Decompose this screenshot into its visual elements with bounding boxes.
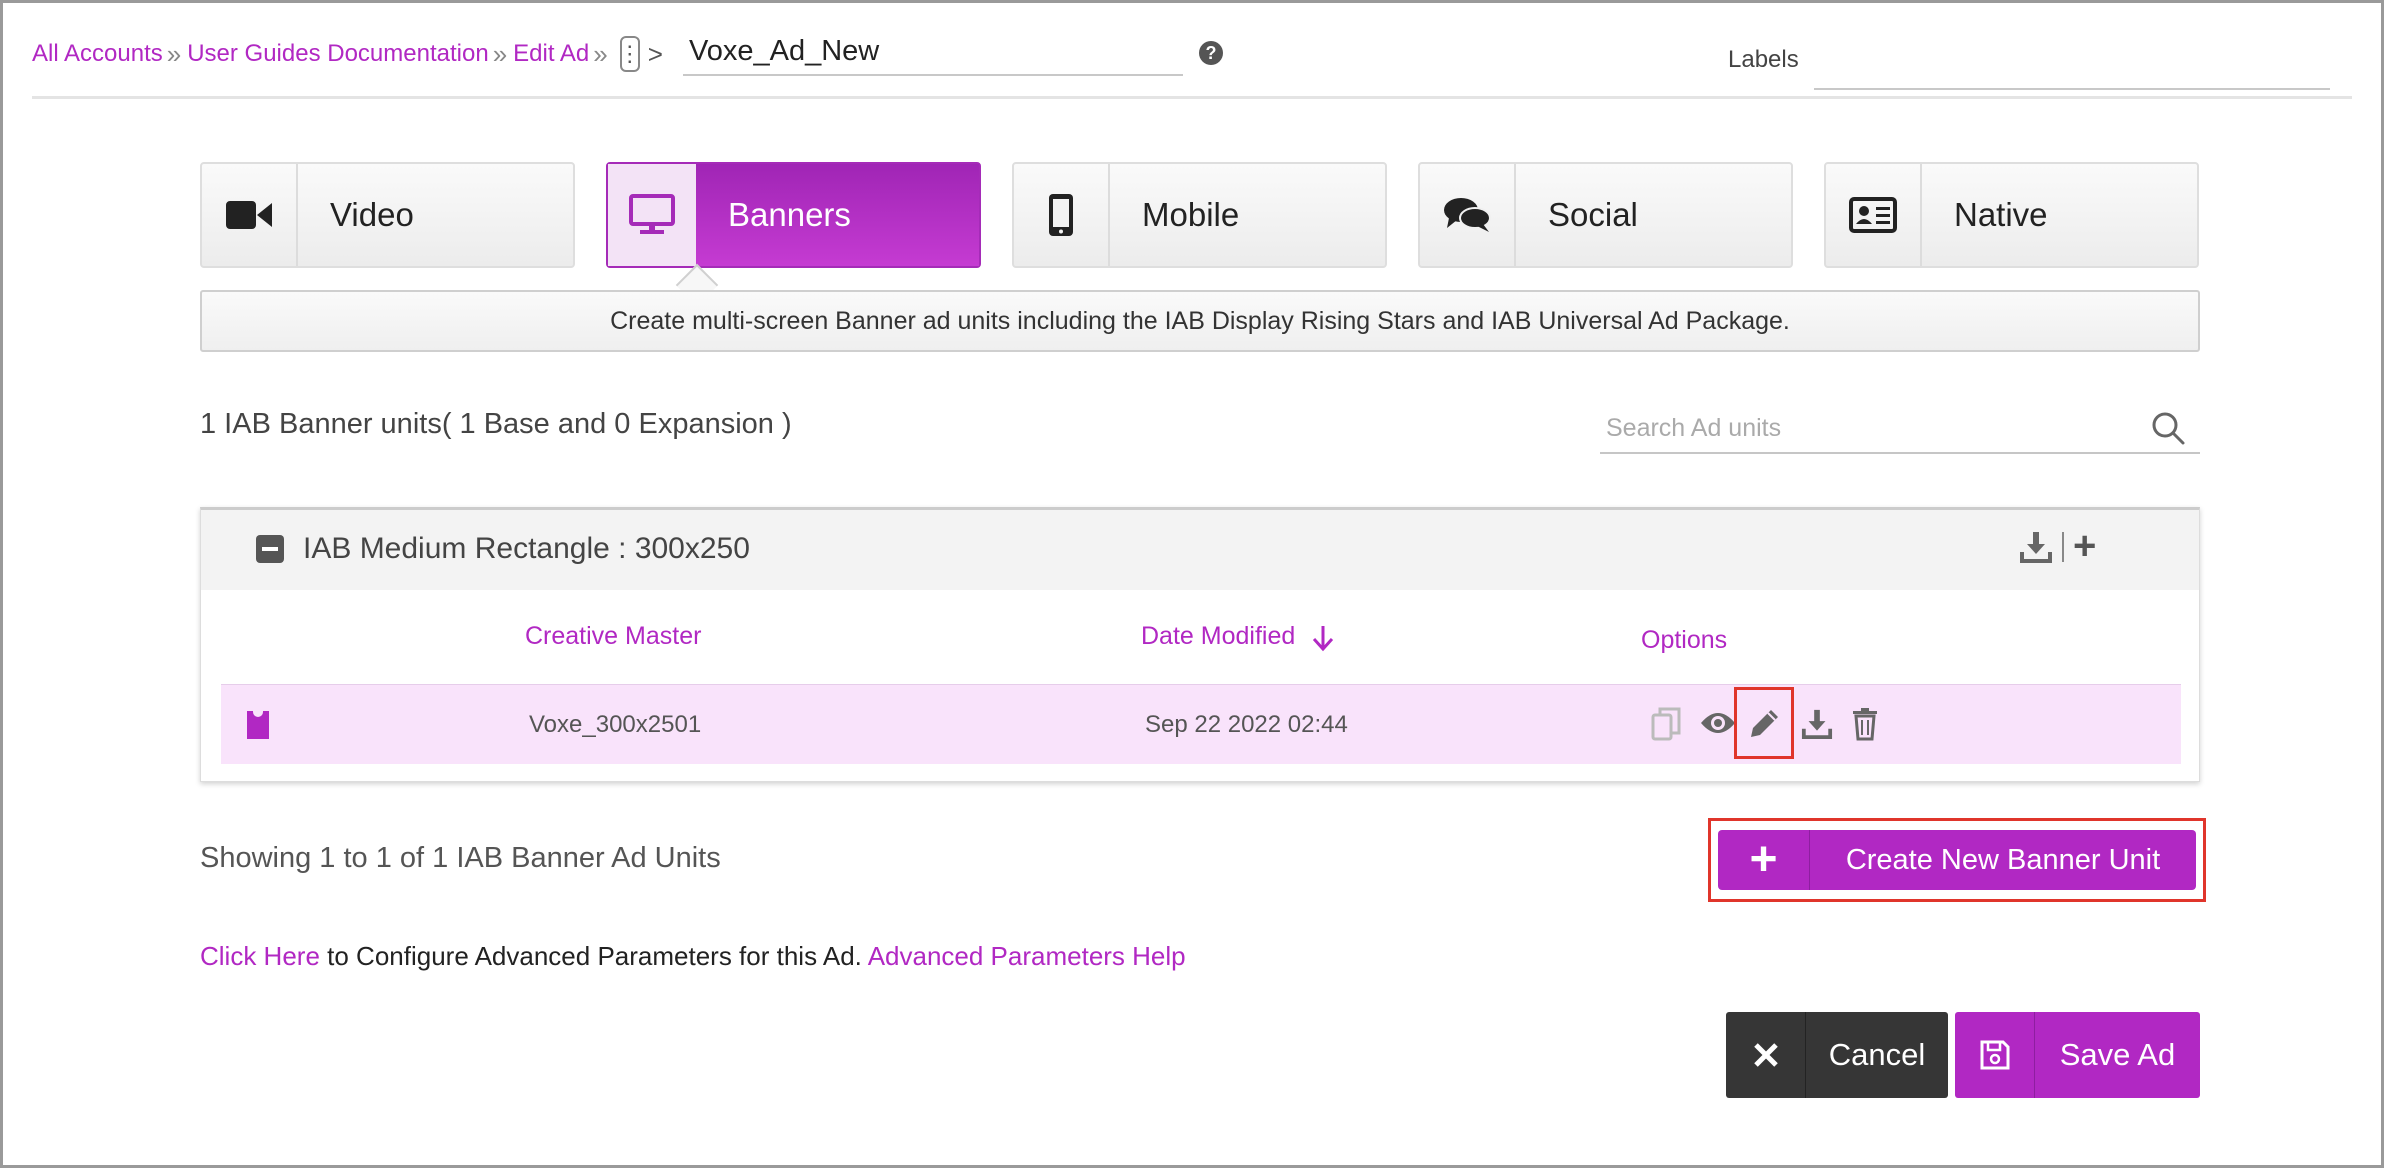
breadcrumb-separator: » — [593, 38, 608, 69]
download-all-icon[interactable] — [2019, 530, 2053, 569]
advanced-parameters-help-link[interactable]: Advanced Parameters Help — [868, 941, 1186, 971]
date-modified: Sep 22 2022 02:44 — [1145, 711, 1348, 738]
tab-mobile[interactable]: Mobile — [1012, 162, 1387, 268]
id-card-icon — [1826, 164, 1922, 266]
tab-native[interactable]: Native — [1824, 162, 2199, 268]
panel-title: IAB Medium Rectangle : 300x250 — [303, 532, 750, 565]
units-summary: 1 IAB Banner units( 1 Base and 0 Expansi… — [200, 408, 792, 440]
cancel-button-label: Cancel — [1828, 1037, 1926, 1072]
video-camera-icon — [202, 164, 298, 266]
breadcrumb-separator: » — [492, 38, 508, 69]
save-ad-button-label: Save Ad — [2059, 1037, 2176, 1072]
creative-name[interactable]: Voxe_300x2501 — [529, 711, 701, 739]
mobile-phone-icon — [1014, 164, 1110, 266]
tab-video-label: Video — [330, 196, 414, 233]
labels-input[interactable] — [1814, 40, 2330, 90]
tab-mobile-label: Mobile — [1142, 196, 1240, 233]
download-icon[interactable] — [1801, 707, 1833, 746]
breadcrumb-arrow: > — [647, 38, 663, 69]
tab-social[interactable]: Social — [1418, 162, 1793, 268]
breadcrumb-user-guides[interactable]: User Guides Documentation — [187, 40, 488, 68]
column-options: Options — [1641, 626, 1728, 654]
sort-down-icon — [1313, 626, 1334, 652]
breadcrumb-edit-ad[interactable]: Edit Ad — [513, 40, 589, 68]
tab-video[interactable]: Video — [200, 162, 575, 268]
search-input[interactable] — [1600, 404, 2200, 454]
pagination-summary: Showing 1 to 1 of 1 IAB Banner Ad Units — [200, 842, 721, 874]
collapse-icon[interactable] — [256, 535, 284, 563]
breadcrumb-all-accounts[interactable]: All Accounts — [32, 40, 163, 68]
save-ad-button[interactable]: Save Ad — [1955, 1012, 2200, 1098]
advanced-parameters-line: Click Here to Configure Advanced Paramet… — [200, 941, 1186, 972]
copy-icon[interactable] — [1651, 707, 1681, 746]
advanced-parameters-text: to Configure Advanced Parameters for thi… — [319, 941, 868, 971]
create-new-banner-unit-button[interactable]: + Create New Banner Unit — [1718, 830, 2196, 890]
ad-name-input[interactable] — [683, 28, 1183, 76]
monitor-icon — [608, 164, 696, 266]
tab-social-label: Social — [1548, 196, 1638, 233]
column-date-modified[interactable]: Date Modified — [1141, 622, 1336, 652]
tab-banners[interactable]: Banners — [606, 162, 981, 268]
delete-trash-icon[interactable] — [1851, 707, 1879, 746]
panel-header: IAB Medium Rectangle : 300x250 + — [201, 510, 2199, 590]
header-divider — [32, 96, 2352, 99]
labels-label: Labels — [1728, 46, 1799, 73]
breadcrumb-separator: » — [166, 38, 182, 69]
column-date-modified-label: Date Modified — [1141, 622, 1296, 650]
help-icon[interactable]: ? — [1199, 41, 1223, 65]
breadcrumb-more-icon[interactable]: ⋮ — [619, 36, 641, 72]
plus-icon: + — [1718, 830, 1810, 890]
cancel-button[interactable]: Cancel — [1726, 1012, 1948, 1098]
category-description: Create multi-screen Banner ad units incl… — [200, 290, 2200, 352]
breadcrumb: All Accounts » User Guides Documentation… — [32, 36, 675, 72]
tab-banners-label: Banners — [696, 164, 979, 266]
column-creative-master[interactable]: Creative Master — [525, 622, 701, 651]
add-unit-icon[interactable]: + — [2073, 526, 2096, 566]
folder-icon — [247, 711, 269, 739]
create-button-label: Create New Banner Unit — [1845, 843, 2161, 876]
save-floppy-icon — [1955, 1012, 2035, 1098]
close-icon — [1726, 1012, 1806, 1098]
search-icon[interactable] — [2150, 410, 2186, 451]
table-row: Voxe_300x2501 Sep 22 2022 02:44 — [221, 684, 2181, 764]
header-icon-divider — [2062, 532, 2064, 562]
chat-bubbles-icon — [1420, 164, 1516, 266]
edit-highlight-box — [1734, 687, 1794, 759]
preview-eye-icon[interactable] — [1699, 709, 1737, 742]
ad-unit-panel: IAB Medium Rectangle : 300x250 + Creativ… — [200, 507, 2200, 782]
click-here-link[interactable]: Click Here — [200, 941, 320, 971]
tab-native-label: Native — [1954, 196, 2048, 233]
